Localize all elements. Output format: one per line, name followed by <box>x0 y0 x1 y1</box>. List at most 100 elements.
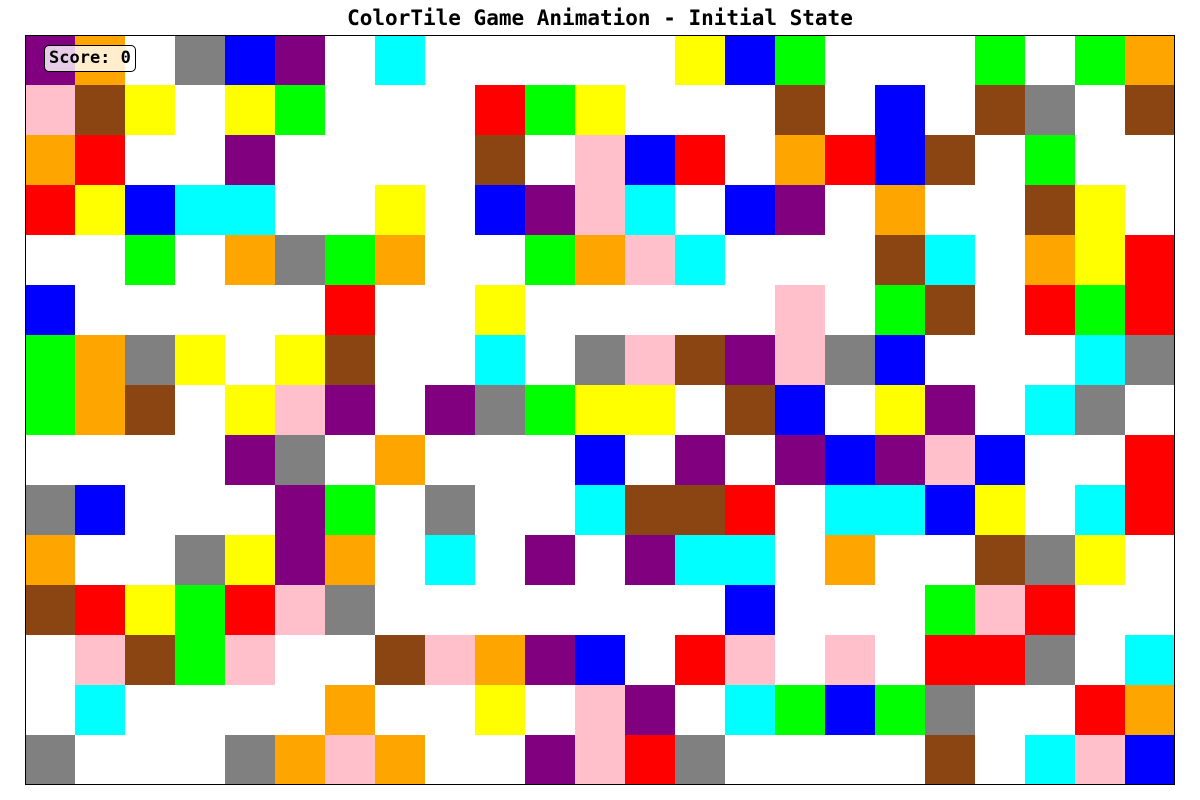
tile-red[interactable] <box>675 635 725 685</box>
tile-purple[interactable] <box>525 185 575 235</box>
tile-pink[interactable] <box>775 285 825 335</box>
tile-pink[interactable] <box>75 635 125 685</box>
tile-gray[interactable] <box>125 335 175 385</box>
empty-cell[interactable] <box>975 285 1025 335</box>
empty-cell[interactable] <box>175 285 225 335</box>
tile-green[interactable] <box>775 685 825 735</box>
tile-pink[interactable] <box>425 635 475 685</box>
empty-cell[interactable] <box>625 585 675 635</box>
tile-yellow[interactable] <box>175 335 225 385</box>
empty-cell[interactable] <box>525 685 575 735</box>
tile-red[interactable] <box>675 135 725 185</box>
empty-cell[interactable] <box>625 85 675 135</box>
tile-red[interactable] <box>75 135 125 185</box>
tile-blue[interactable] <box>725 35 775 85</box>
empty-cell[interactable] <box>725 285 775 335</box>
empty-cell[interactable] <box>175 485 225 535</box>
tile-gray[interactable] <box>825 335 875 385</box>
empty-cell[interactable] <box>175 735 225 785</box>
empty-cell[interactable] <box>1125 135 1175 185</box>
empty-cell[interactable] <box>1125 585 1175 635</box>
tile-red[interactable] <box>25 185 75 235</box>
tile-green[interactable] <box>775 35 825 85</box>
empty-cell[interactable] <box>775 235 825 285</box>
empty-cell[interactable] <box>325 635 375 685</box>
tile-blue[interactable] <box>725 585 775 635</box>
tile-gray[interactable] <box>475 385 525 435</box>
tile-pink[interactable] <box>575 685 625 735</box>
tile-cyan[interactable] <box>1075 485 1125 535</box>
empty-cell[interactable] <box>425 585 475 635</box>
tile-cyan[interactable] <box>475 335 525 385</box>
tile-cyan[interactable] <box>425 535 475 585</box>
tile-blue[interactable] <box>925 485 975 535</box>
empty-cell[interactable] <box>675 585 725 635</box>
tile-red[interactable] <box>325 285 375 335</box>
tile-cyan[interactable] <box>925 235 975 285</box>
tile-gray[interactable] <box>175 35 225 85</box>
tile-gray[interactable] <box>25 485 75 535</box>
tile-gray[interactable] <box>1125 335 1175 385</box>
empty-cell[interactable] <box>175 435 225 485</box>
empty-cell[interactable] <box>875 585 925 635</box>
empty-cell[interactable] <box>775 635 825 685</box>
tile-brown[interactable] <box>325 335 375 385</box>
empty-cell[interactable] <box>775 585 825 635</box>
empty-cell[interactable] <box>1125 385 1175 435</box>
tile-green[interactable] <box>875 285 925 335</box>
empty-cell[interactable] <box>325 435 375 485</box>
empty-cell[interactable] <box>25 435 75 485</box>
tile-gray[interactable] <box>925 685 975 735</box>
tile-cyan[interactable] <box>625 185 675 235</box>
empty-cell[interactable] <box>275 285 325 335</box>
empty-cell[interactable] <box>875 635 925 685</box>
empty-cell[interactable] <box>525 585 575 635</box>
tile-pink[interactable] <box>575 735 625 785</box>
empty-cell[interactable] <box>375 485 425 535</box>
tile-pink[interactable] <box>25 85 75 135</box>
empty-cell[interactable] <box>1075 85 1125 135</box>
tile-blue[interactable] <box>825 435 875 485</box>
empty-cell[interactable] <box>775 485 825 535</box>
empty-cell[interactable] <box>275 185 325 235</box>
tile-orange[interactable] <box>275 735 325 785</box>
tile-cyan[interactable] <box>1025 385 1075 435</box>
tile-blue[interactable] <box>725 185 775 235</box>
empty-cell[interactable] <box>525 485 575 535</box>
empty-cell[interactable] <box>925 85 975 135</box>
empty-cell[interactable] <box>675 685 725 735</box>
empty-cell[interactable] <box>675 185 725 235</box>
tile-green[interactable] <box>875 685 925 735</box>
tile-blue[interactable] <box>225 35 275 85</box>
tile-cyan[interactable] <box>75 685 125 735</box>
tile-cyan[interactable] <box>675 535 725 585</box>
tile-gray[interactable] <box>275 235 325 285</box>
tile-pink[interactable] <box>975 585 1025 635</box>
empty-cell[interactable] <box>825 285 875 335</box>
tile-yellow[interactable] <box>375 185 425 235</box>
empty-cell[interactable] <box>75 235 125 285</box>
tile-green[interactable] <box>25 385 75 435</box>
empty-cell[interactable] <box>925 185 975 235</box>
empty-cell[interactable] <box>425 85 475 135</box>
tile-purple[interactable] <box>525 535 575 585</box>
tile-red[interactable] <box>1125 285 1175 335</box>
empty-cell[interactable] <box>1075 635 1125 685</box>
tile-cyan[interactable] <box>725 685 775 735</box>
empty-cell[interactable] <box>25 635 75 685</box>
empty-cell[interactable] <box>1075 435 1125 485</box>
empty-cell[interactable] <box>75 735 125 785</box>
tile-yellow[interactable] <box>125 85 175 135</box>
tile-green[interactable] <box>325 235 375 285</box>
empty-cell[interactable] <box>425 235 475 285</box>
tile-orange[interactable] <box>25 535 75 585</box>
tile-green[interactable] <box>525 85 575 135</box>
empty-cell[interactable] <box>925 335 975 385</box>
tile-orange[interactable] <box>375 235 425 285</box>
empty-cell[interactable] <box>525 35 575 85</box>
empty-cell[interactable] <box>175 135 225 185</box>
tile-green[interactable] <box>525 385 575 435</box>
tile-blue[interactable] <box>125 185 175 235</box>
tile-pink[interactable] <box>925 435 975 485</box>
tile-purple[interactable] <box>275 535 325 585</box>
